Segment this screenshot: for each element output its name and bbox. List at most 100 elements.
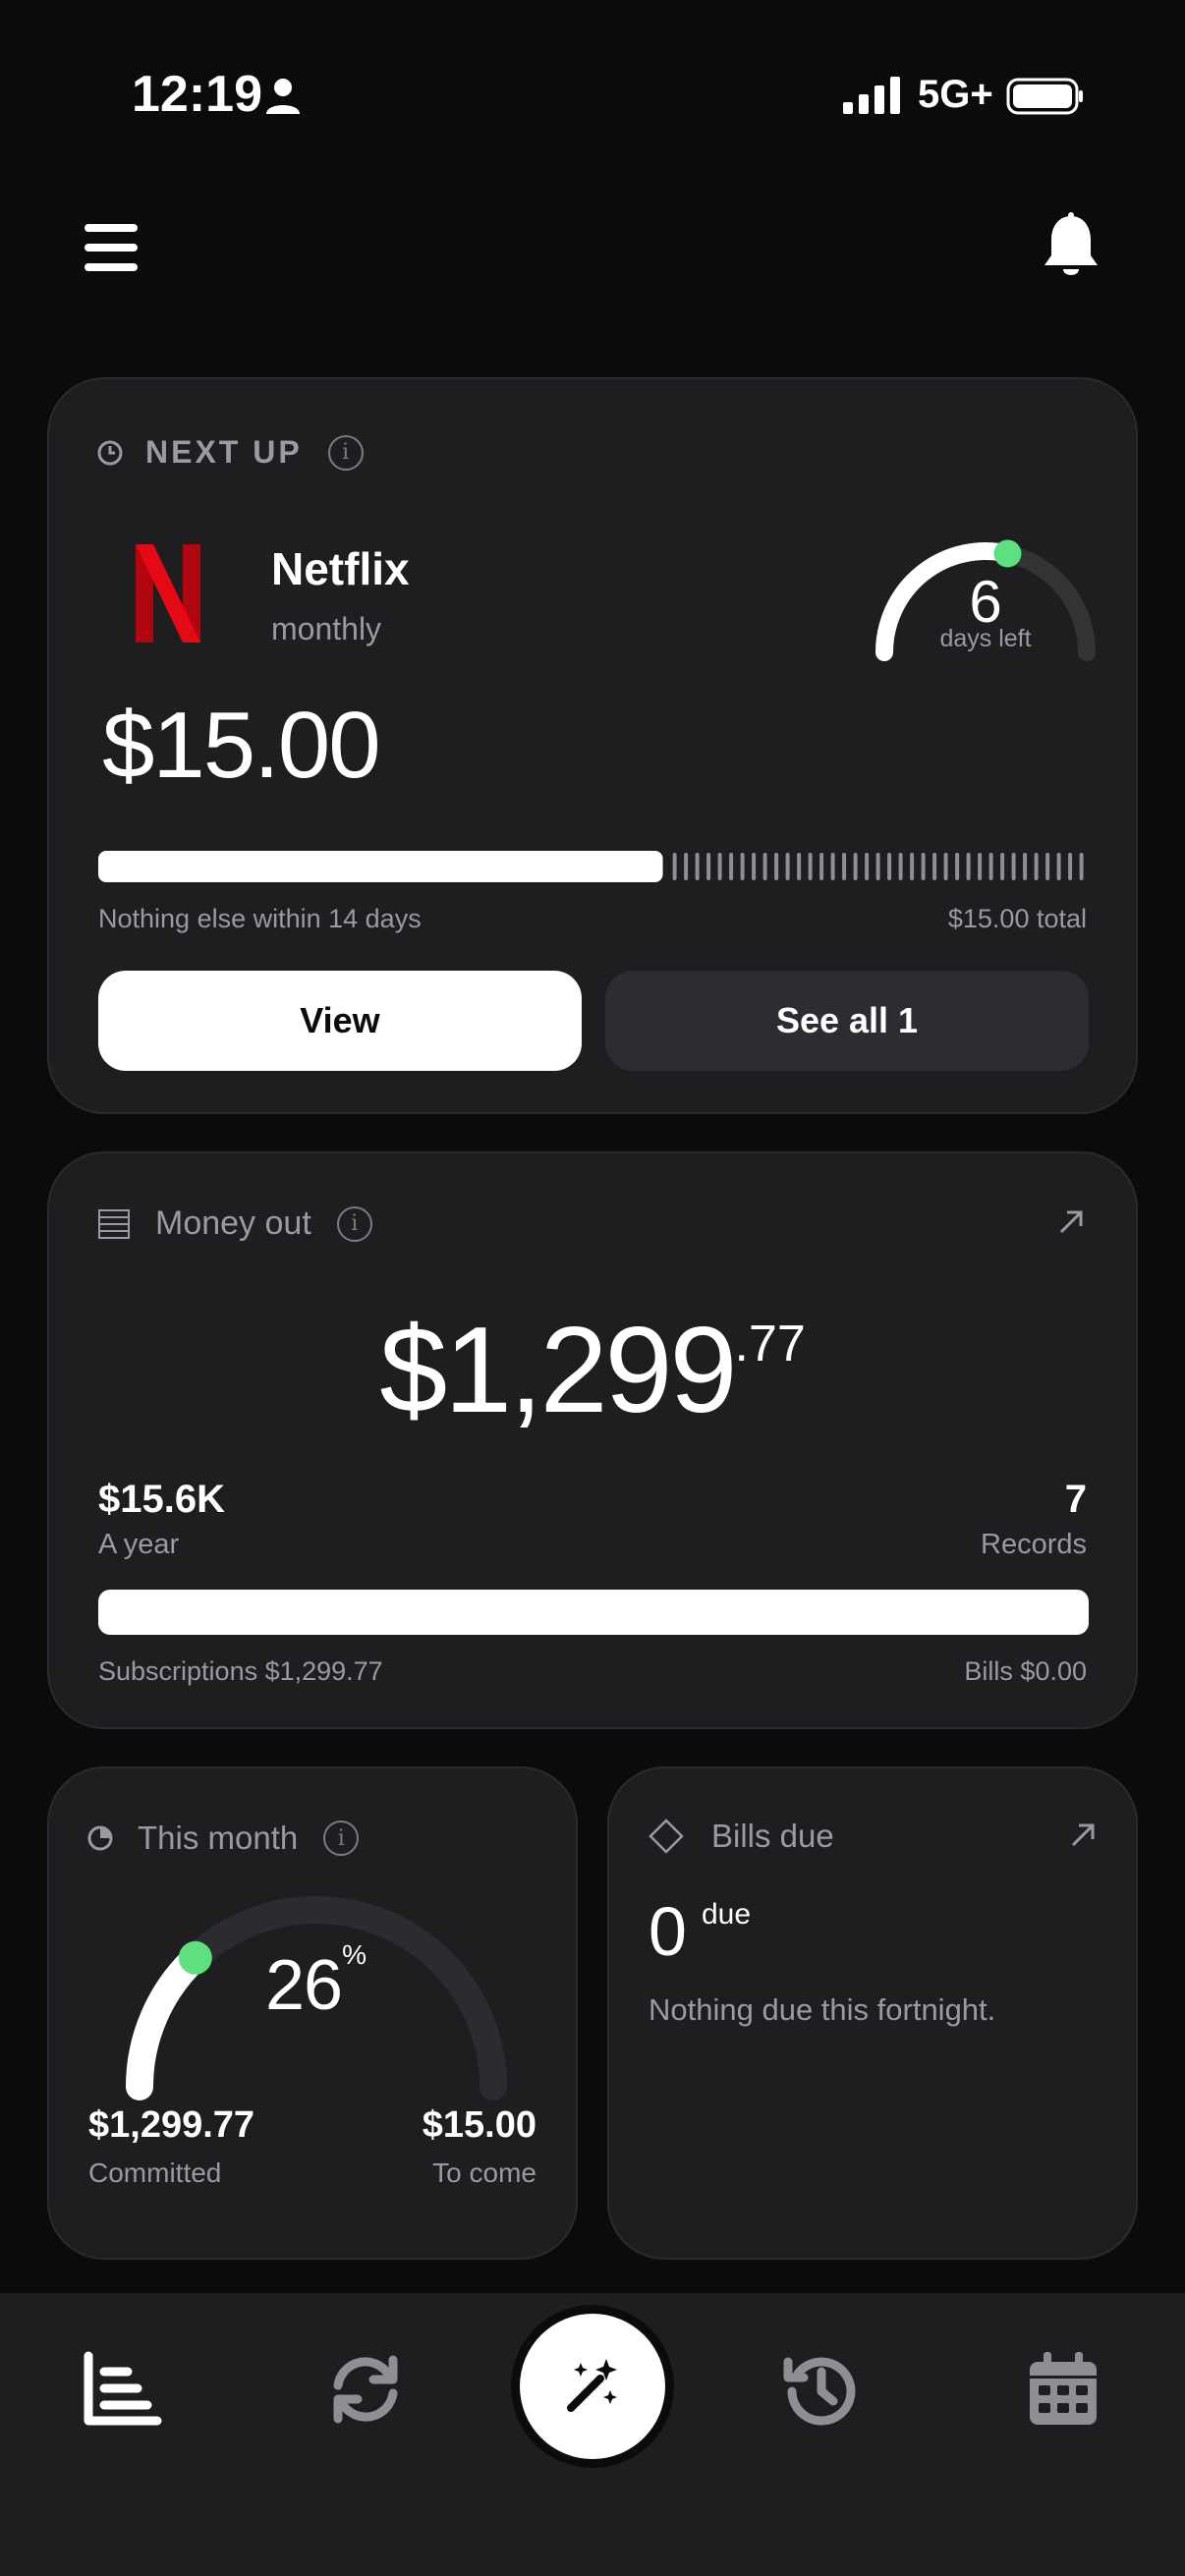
progress-tick [797,853,802,880]
status-bar: 12:19 5G+ [0,0,1185,196]
progress-tick [672,853,677,880]
menu-bar-middle [85,244,138,252]
progress-tick [887,853,892,880]
progress-tick [966,853,971,880]
next-up-card[interactable]: NEXT UP i Netflix monthly 6 days left $1… [47,377,1138,1114]
progress-tick [819,853,824,880]
to-come-value: $15.00 [422,2104,536,2146]
netflix-logo [136,544,200,643]
progress-tick [706,853,711,880]
yearly-total-value: $15.6K [98,1478,225,1521]
menu-bar-bottom [85,263,138,271]
progress-tick [1011,853,1016,880]
progress-tick [785,853,790,880]
committed-label: Committed [88,2157,222,2188]
arrow-up-right-icon[interactable] [1057,1208,1085,1236]
days-left-label: days left [939,625,1032,652]
see-all-button[interactable]: See all 1 [605,971,1089,1071]
next-up-header: NEXT UP i [96,434,364,471]
calendar-icon[interactable] [1022,2348,1104,2431]
progress-tick [695,853,700,880]
progress-tick [808,853,813,880]
bills-due-title: Bills due [711,1818,834,1854]
menu-bar-top [85,224,138,232]
progress-tick [1045,853,1050,880]
progress-tick [740,853,745,880]
progress-tick [955,853,960,880]
magic-wand-button[interactable] [511,2305,674,2468]
bills-due-count: 0 [649,1893,687,1970]
gauge-dot [178,1940,212,1975]
progress-tick [1056,853,1061,880]
records-value: 7 [1064,1478,1087,1521]
bottom-nav [0,2293,1185,2576]
money-out-card[interactable]: Money out i $1,299.77 $15.6K A year 7 Re… [47,1151,1138,1729]
arrow-up-right-icon[interactable] [1069,1821,1097,1849]
progress-tick [1068,853,1073,880]
money-out-header: Money out i [98,1204,372,1243]
money-out-amount-whole: $1,299 [379,1303,737,1438]
progress-tick [729,853,734,880]
menu-button[interactable] [85,222,140,273]
next-up-progress-bar [98,851,1084,882]
progress-tick [1000,853,1005,880]
battery-icon [1006,78,1083,115]
progress-tick [684,853,689,880]
magic-wand-icon [567,2359,617,2412]
progress-tick [898,853,903,880]
money-out-amount-cents: .77 [734,1316,806,1372]
service-name: Netflix [271,543,410,594]
bell-icon[interactable] [1042,212,1100,281]
signal-icon [843,77,900,114]
progress-tick [1079,853,1084,880]
this-month-header: This month i [86,1820,360,1857]
next-up-note: Nothing else within 14 days [98,904,422,933]
bills-due-note: Nothing due this fortnight. [649,1992,996,2027]
records-label: Records [981,1529,1087,1560]
progress-tick [830,853,835,880]
chart-icon[interactable] [81,2348,163,2431]
diamond-icon [649,1819,684,1854]
info-icon[interactable]: i [336,1205,372,1242]
next-up-amount: $15.00 [102,693,381,798]
info-icon[interactable]: i [323,1820,360,1856]
progress-tick [1023,853,1028,880]
progress-tick [978,853,983,880]
subscriptions-total: Subscriptions $1,299.77 [98,1656,383,1686]
bills-due-card[interactable]: Bills due 0 due Nothing due this fortnig… [607,1766,1138,2260]
next-up-title: NEXT UP [145,434,303,470]
refresh-icon[interactable] [324,2348,407,2431]
progress-tick [762,853,767,880]
bills-due-label: due [702,1898,752,1931]
progress-tick [910,853,915,880]
status-time: 12:19 [132,66,262,123]
progress-tick [921,853,926,880]
this-month-percent: 26% [265,1939,367,2026]
person-icon [266,79,300,114]
bills-total: Bills $0.00 [964,1656,1087,1686]
progress-tick [988,853,993,880]
history-icon[interactable] [780,2348,863,2431]
progress-tick [943,853,948,880]
progress-tick [842,853,847,880]
billing-frequency: monthly [271,611,382,646]
this-month-card[interactable]: This month i 26% $1,299.77 Committed $15… [47,1766,578,2260]
progress-fill [98,851,663,882]
info-icon[interactable]: i [327,434,364,471]
progress-tick [932,853,937,880]
percent-value: 26 [265,1946,343,2025]
yearly-total-label: A year [98,1529,180,1560]
clock-icon [97,440,123,465]
progress-tick [853,853,858,880]
progress-tick [774,853,779,880]
progress-tick [1034,853,1039,880]
magic-wand-button-inner [520,2314,665,2459]
view-button[interactable]: View [98,971,582,1071]
network-label: 5G+ [918,73,993,116]
progress-tick [865,853,870,880]
to-come-label: To come [432,2157,536,2188]
list-icon [98,1208,130,1239]
money-out-split-bar [98,1590,1089,1635]
next-up-total: $15.00 total [947,904,1087,933]
progress-tick [717,853,722,880]
